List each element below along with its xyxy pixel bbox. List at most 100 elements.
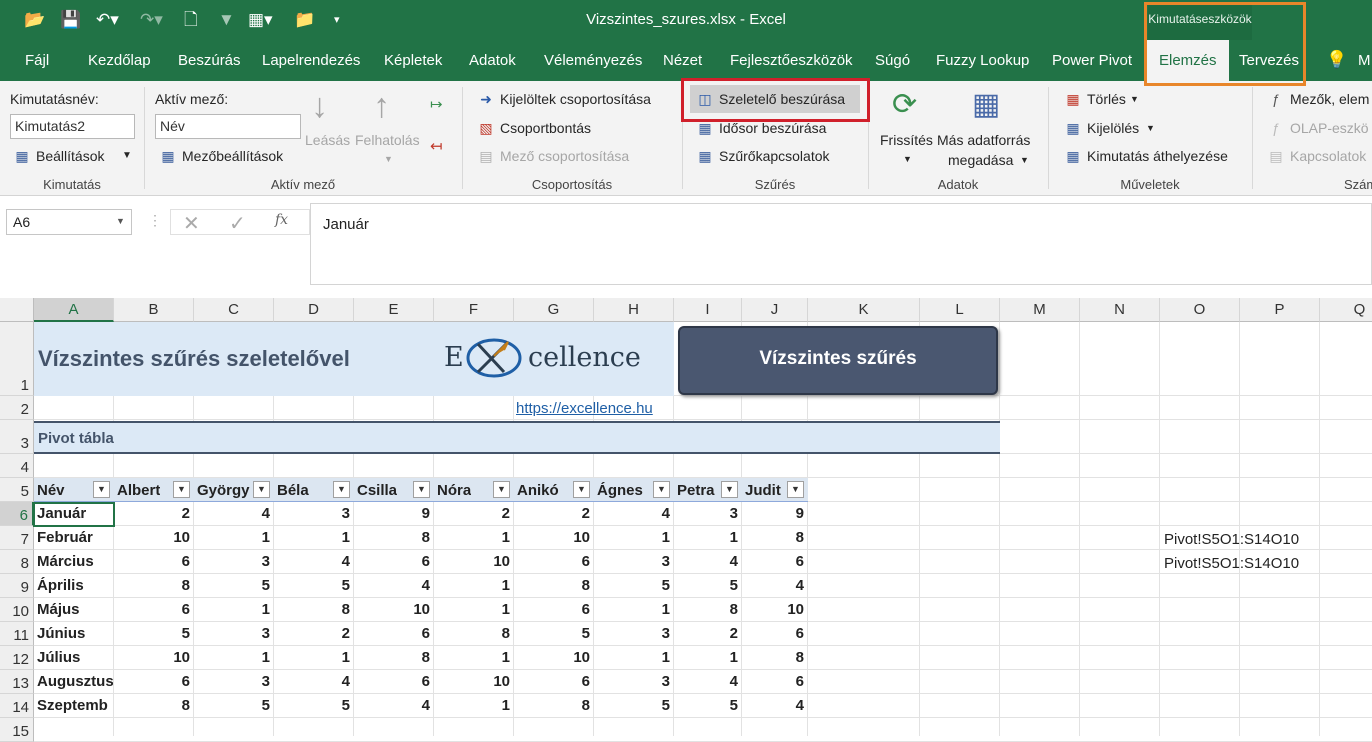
pivot-value-cell[interactable]: 1 bbox=[434, 601, 514, 618]
cancel-icon[interactable]: ✕ bbox=[183, 211, 200, 236]
pivot-value-cell[interactable]: 3 bbox=[194, 625, 274, 642]
name-box[interactable]: A6 bbox=[6, 209, 132, 235]
pivot-value-cell[interactable]: 6 bbox=[514, 601, 594, 618]
pivot-value-cell[interactable]: 9 bbox=[742, 505, 808, 522]
filter-dropdown-icon[interactable]: ▼ bbox=[573, 481, 590, 498]
pivot-value-cell[interactable]: 2 bbox=[514, 505, 594, 522]
row-header-11[interactable]: 11 bbox=[0, 622, 34, 646]
chevron-down-icon[interactable]: ▼ bbox=[116, 216, 125, 226]
column-header-n[interactable]: N bbox=[1080, 298, 1160, 322]
pivot-row-label[interactable]: Június bbox=[37, 625, 113, 642]
pivot-value-cell[interactable]: 3 bbox=[194, 673, 274, 690]
drill-down-button[interactable]: Leásás bbox=[305, 132, 350, 148]
pivot-value-cell[interactable]: 8 bbox=[434, 625, 514, 642]
pivot-row-label[interactable]: Február bbox=[37, 529, 113, 546]
pivot-row-label[interactable]: Április bbox=[37, 577, 113, 594]
column-header-b[interactable]: B bbox=[114, 298, 194, 322]
filter-dropdown-icon[interactable]: ▼ bbox=[721, 481, 738, 498]
pivot-value-cell[interactable]: 2 bbox=[434, 505, 514, 522]
pivot-value-cell[interactable]: 3 bbox=[594, 673, 674, 690]
pivot-value-cell[interactable]: 10 bbox=[354, 601, 434, 618]
tab-home[interactable]: Kezdőlap bbox=[88, 52, 151, 69]
cell-o8[interactable]: Pivot!S5O1:S14O10 bbox=[1164, 555, 1299, 572]
pivot-value-cell[interactable]: 4 bbox=[274, 673, 354, 690]
pivot-value-cell[interactable]: 3 bbox=[594, 553, 674, 570]
column-header-c[interactable]: C bbox=[194, 298, 274, 322]
tab-view[interactable]: Nézet bbox=[663, 52, 702, 69]
column-header-g[interactable]: G bbox=[514, 298, 594, 322]
column-header-p[interactable]: P bbox=[1240, 298, 1320, 322]
pivot-value-cell[interactable]: 4 bbox=[194, 505, 274, 522]
drill-up-button[interactable]: Felhatolás bbox=[355, 132, 420, 148]
select-button[interactable]: Kijelölés bbox=[1087, 120, 1139, 136]
tab-insert[interactable]: Beszúrás bbox=[178, 52, 241, 69]
row-header-3[interactable]: 3 bbox=[0, 420, 34, 454]
relationships-button[interactable]: Kapcsolatok bbox=[1290, 148, 1366, 164]
lightbulb-icon[interactable]: 💡 bbox=[1326, 50, 1347, 70]
tab-review[interactable]: Véleményezés bbox=[544, 52, 642, 69]
refresh-button[interactable]: Frissítés bbox=[880, 132, 933, 148]
pivot-value-cell[interactable]: 10 bbox=[114, 529, 194, 546]
enter-icon[interactable]: ✓ bbox=[229, 211, 246, 236]
tab-file[interactable]: Fájl bbox=[25, 52, 49, 69]
pivot-value-cell[interactable]: 1 bbox=[434, 697, 514, 714]
pivot-value-cell[interactable]: 10 bbox=[514, 649, 594, 666]
row-header-8[interactable]: 8 bbox=[0, 550, 34, 574]
ungroup-button[interactable]: Csoportbontás bbox=[500, 120, 591, 136]
column-header-e[interactable]: E bbox=[354, 298, 434, 322]
tab-overflow[interactable]: M bbox=[1358, 52, 1371, 69]
chevron-down-icon[interactable]: ▼ bbox=[1130, 94, 1139, 104]
pivot-value-cell[interactable]: 6 bbox=[742, 673, 808, 690]
pivot-value-cell[interactable]: 8 bbox=[674, 601, 742, 618]
column-header-a[interactable]: A bbox=[34, 298, 114, 322]
pivot-value-cell[interactable]: 1 bbox=[434, 529, 514, 546]
pivot-value-cell[interactable]: 3 bbox=[594, 625, 674, 642]
pivot-value-cell[interactable]: 1 bbox=[594, 601, 674, 618]
pivot-value-cell[interactable]: 4 bbox=[274, 553, 354, 570]
pivot-value-cell[interactable]: 1 bbox=[594, 649, 674, 666]
tab-design[interactable]: Tervezés bbox=[1239, 52, 1299, 69]
pivot-value-cell[interactable]: 6 bbox=[514, 553, 594, 570]
tab-power-pivot[interactable]: Power Pivot bbox=[1052, 52, 1132, 69]
pivot-value-cell[interactable]: 5 bbox=[594, 697, 674, 714]
pivot-value-cell[interactable]: 8 bbox=[354, 649, 434, 666]
pivot-value-cell[interactable]: 1 bbox=[434, 577, 514, 594]
pivot-value-cell[interactable]: 8 bbox=[742, 649, 808, 666]
row-header-10[interactable]: 10 bbox=[0, 598, 34, 622]
pivot-value-cell[interactable]: 5 bbox=[114, 625, 194, 642]
pivot-value-cell[interactable]: 1 bbox=[194, 601, 274, 618]
pivot-value-cell[interactable]: 9 bbox=[354, 505, 434, 522]
filter-connections-button[interactable]: Szűrőkapcsolatok bbox=[719, 148, 830, 164]
pivot-value-cell[interactable]: 5 bbox=[594, 577, 674, 594]
row-header-4[interactable]: 4 bbox=[0, 454, 34, 478]
row-header-2[interactable]: 2 bbox=[0, 396, 34, 420]
pivot-value-cell[interactable]: 4 bbox=[354, 577, 434, 594]
pivot-value-cell[interactable]: 1 bbox=[674, 529, 742, 546]
pivot-value-cell[interactable]: 8 bbox=[114, 577, 194, 594]
column-header-k[interactable]: K bbox=[808, 298, 920, 322]
chevron-down-icon[interactable]: ▼ bbox=[1146, 123, 1155, 133]
row-header-9[interactable]: 9 bbox=[0, 574, 34, 598]
pivot-value-cell[interactable]: 10 bbox=[434, 553, 514, 570]
pivot-value-cell[interactable]: 4 bbox=[354, 697, 434, 714]
row-header-7[interactable]: 7 bbox=[0, 526, 34, 550]
pivot-row-label[interactable]: Március bbox=[37, 553, 113, 570]
pivot-value-cell[interactable]: 5 bbox=[274, 577, 354, 594]
pivot-value-cell[interactable]: 4 bbox=[742, 577, 808, 594]
filter-dropdown-icon[interactable]: ▼ bbox=[413, 481, 430, 498]
field-settings-button[interactable]: Mezőbeállítások bbox=[182, 148, 283, 164]
pivot-value-cell[interactable]: 3 bbox=[674, 505, 742, 522]
pivot-value-cell[interactable]: 6 bbox=[354, 553, 434, 570]
pivot-value-cell[interactable]: 5 bbox=[514, 625, 594, 642]
function-icon[interactable]: fx bbox=[275, 212, 288, 228]
chevron-down-icon[interactable]: ▼ bbox=[1020, 155, 1029, 165]
pivot-value-cell[interactable]: 5 bbox=[674, 577, 742, 594]
tab-fuzzy-lookup[interactable]: Fuzzy Lookup bbox=[936, 52, 1029, 69]
pivot-value-cell[interactable]: 6 bbox=[742, 625, 808, 642]
filter-dropdown-icon[interactable]: ▼ bbox=[173, 481, 190, 498]
pivot-value-cell[interactable]: 4 bbox=[674, 673, 742, 690]
tab-page-layout[interactable]: Lapelrendezés bbox=[262, 52, 360, 69]
pivot-value-cell[interactable]: 6 bbox=[114, 601, 194, 618]
pivot-name-input[interactable]: Kimutatás2 bbox=[10, 114, 135, 139]
pivot-value-cell[interactable]: 6 bbox=[354, 625, 434, 642]
